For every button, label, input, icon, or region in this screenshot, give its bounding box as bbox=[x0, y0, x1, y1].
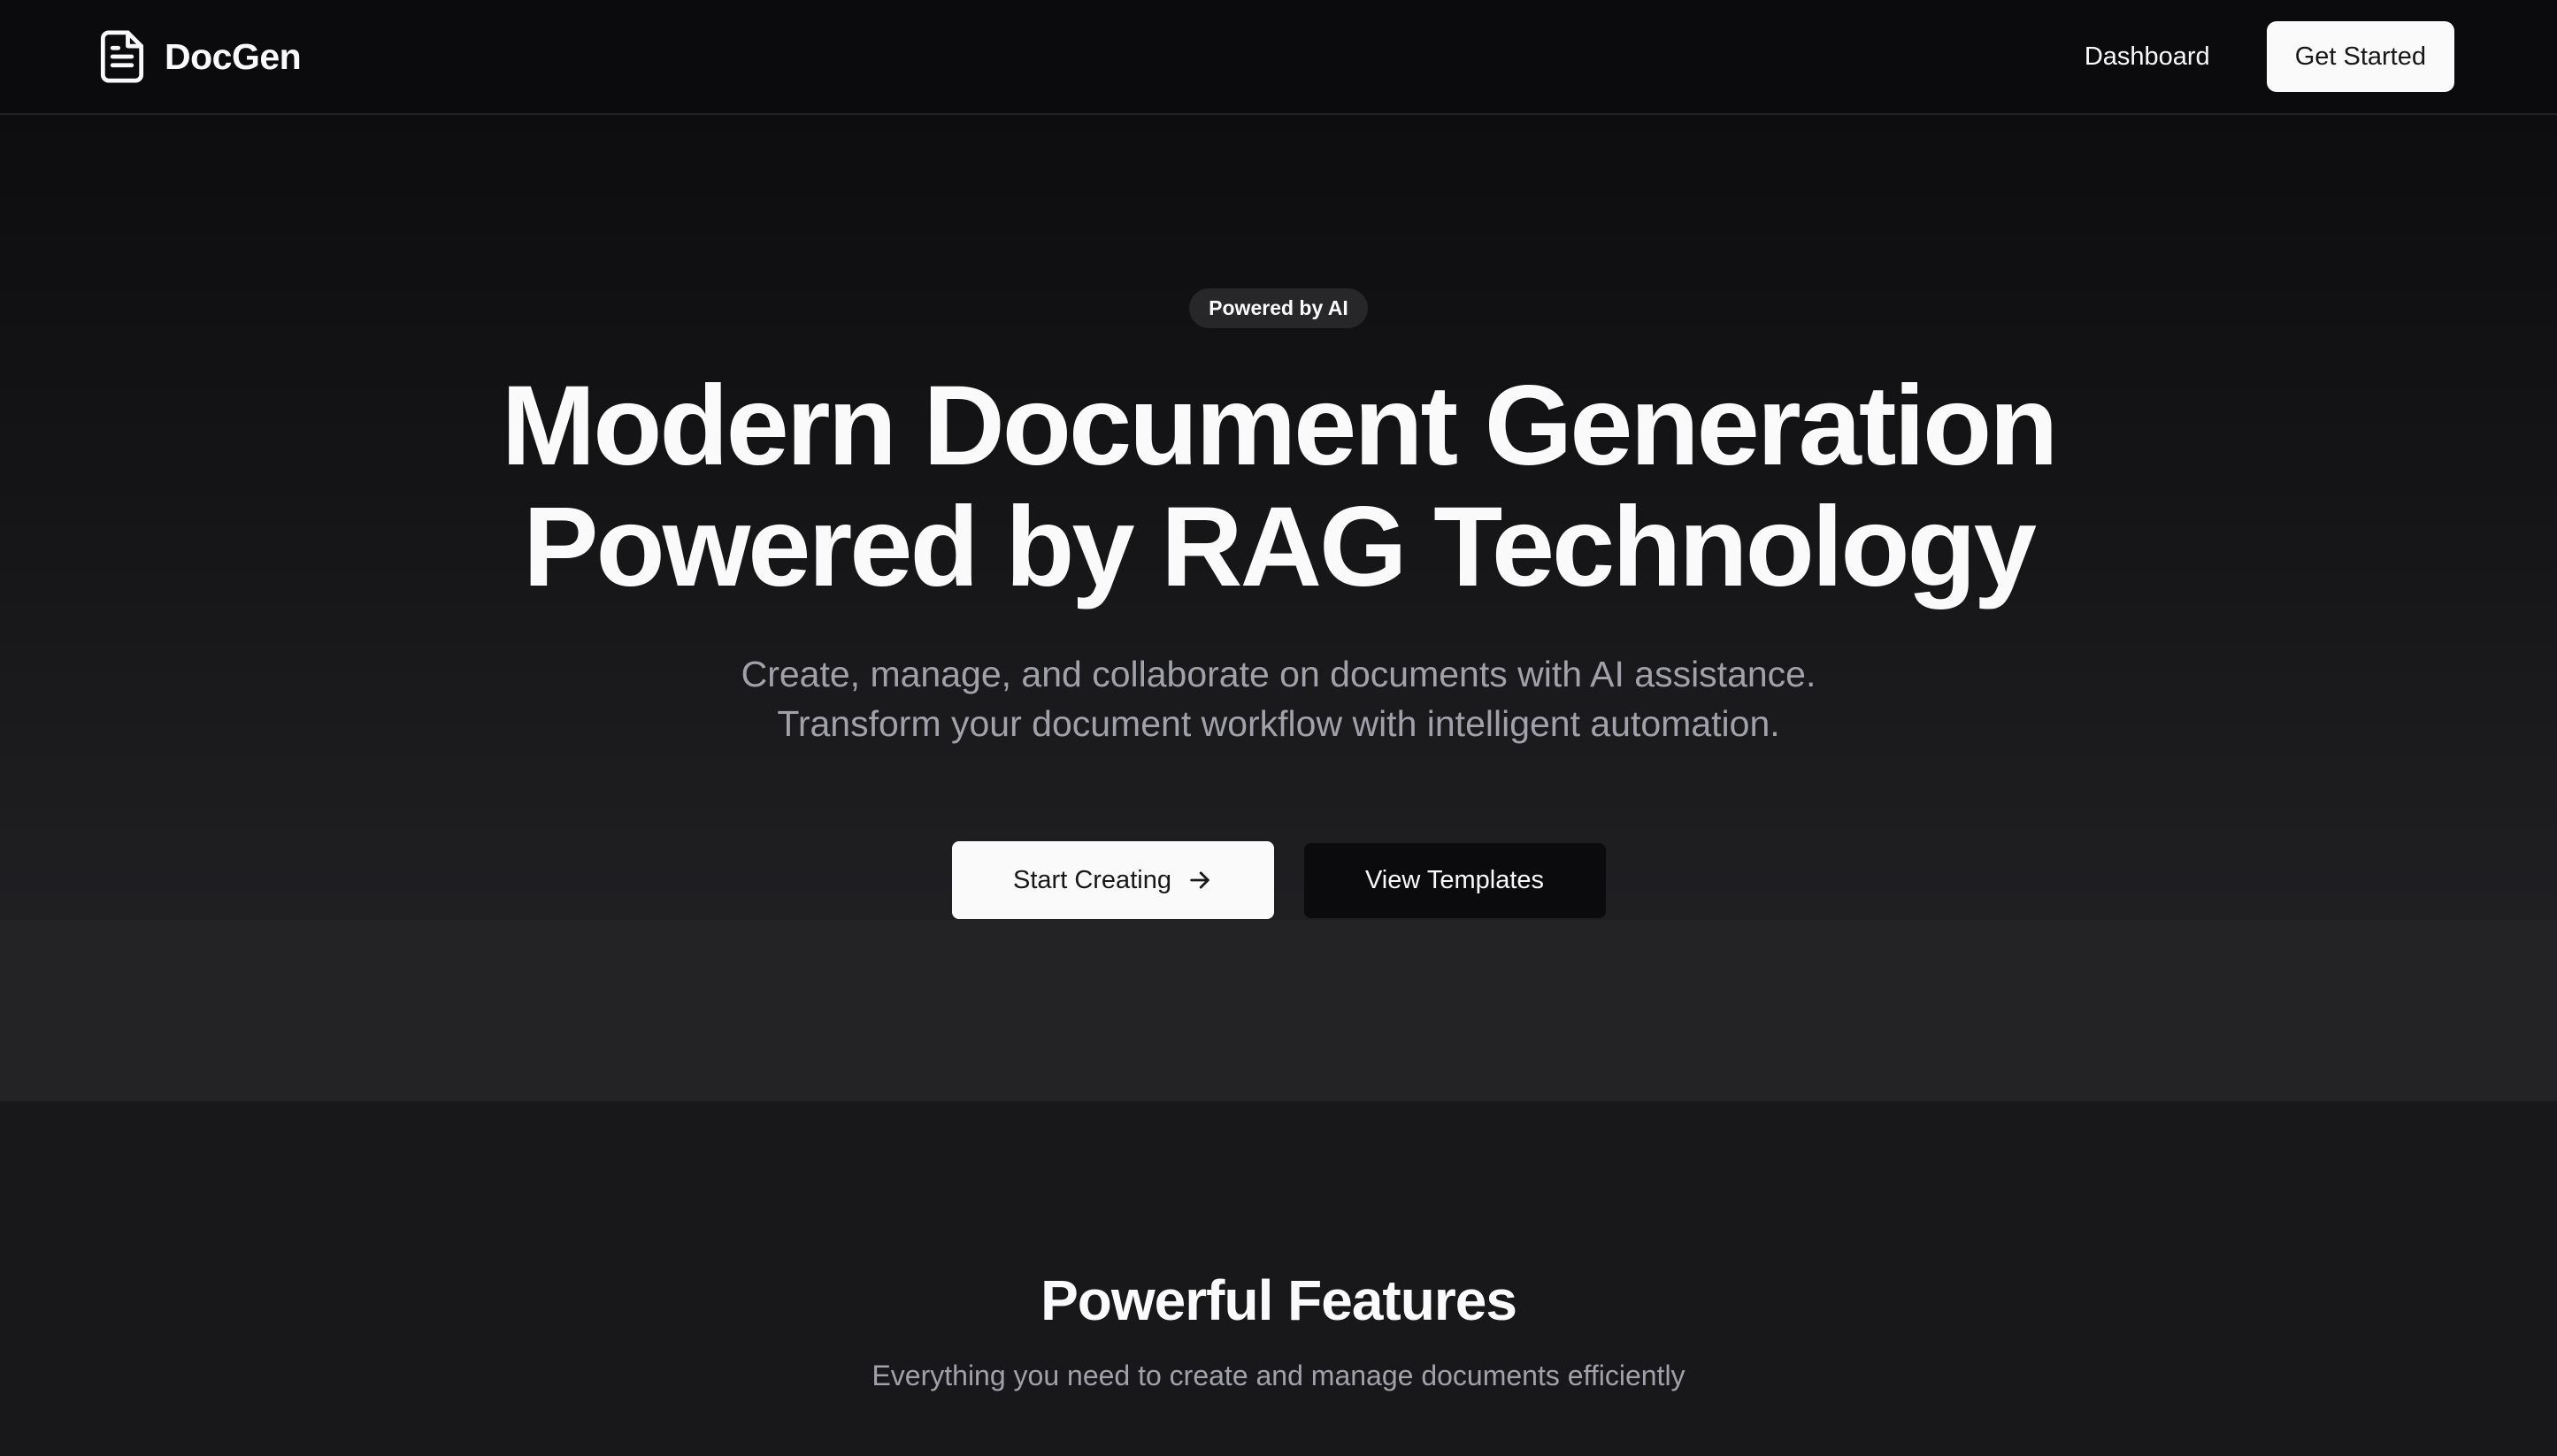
nav-dashboard-link[interactable]: Dashboard bbox=[2085, 42, 2210, 72]
site-header: DocGen Dashboard Get Started bbox=[0, 0, 2557, 115]
features-title: Powerful Features bbox=[1040, 1268, 1517, 1332]
get-started-button[interactable]: Get Started bbox=[2266, 21, 2454, 92]
main-nav: Dashboard Get Started bbox=[2085, 21, 2458, 92]
hero-subtitle: Create, manage, and collaborate on docum… bbox=[741, 649, 1816, 748]
start-creating-button[interactable]: Start Creating bbox=[951, 841, 1274, 919]
brand-logo-link[interactable]: DocGen bbox=[99, 29, 302, 84]
hero-content: Powered by AI Modern Document Generation… bbox=[0, 115, 2557, 919]
hero-bottom-band bbox=[0, 920, 2557, 1101]
hero-title: Modern Document Generation Powered by RA… bbox=[501, 363, 2059, 610]
document-icon bbox=[100, 30, 144, 83]
hero-title-line-1: Modern Document Generation bbox=[501, 363, 2059, 489]
view-templates-button[interactable]: View Templates bbox=[1303, 842, 1606, 918]
features-subtitle: Everything you need to create and manage… bbox=[872, 1360, 1685, 1391]
features-section: Powerful Features Everything you need to… bbox=[0, 1101, 2557, 1456]
powered-by-badge: Powered by AI bbox=[1189, 288, 1368, 328]
hero-subtitle-line-1: Create, manage, and collaborate on docum… bbox=[741, 654, 1816, 694]
brand-name: DocGen bbox=[165, 35, 302, 77]
start-creating-label: Start Creating bbox=[1013, 865, 1171, 894]
hero-title-line-2: Powered by RAG Technology bbox=[523, 484, 2037, 610]
hero-subtitle-line-2: Transform your document workflow with in… bbox=[777, 703, 1780, 744]
arrow-right-icon bbox=[1190, 871, 1209, 889]
hero-actions: Start Creating View Templates bbox=[951, 841, 1606, 919]
hero-section: Powered by AI Modern Document Generation… bbox=[0, 115, 2557, 1101]
